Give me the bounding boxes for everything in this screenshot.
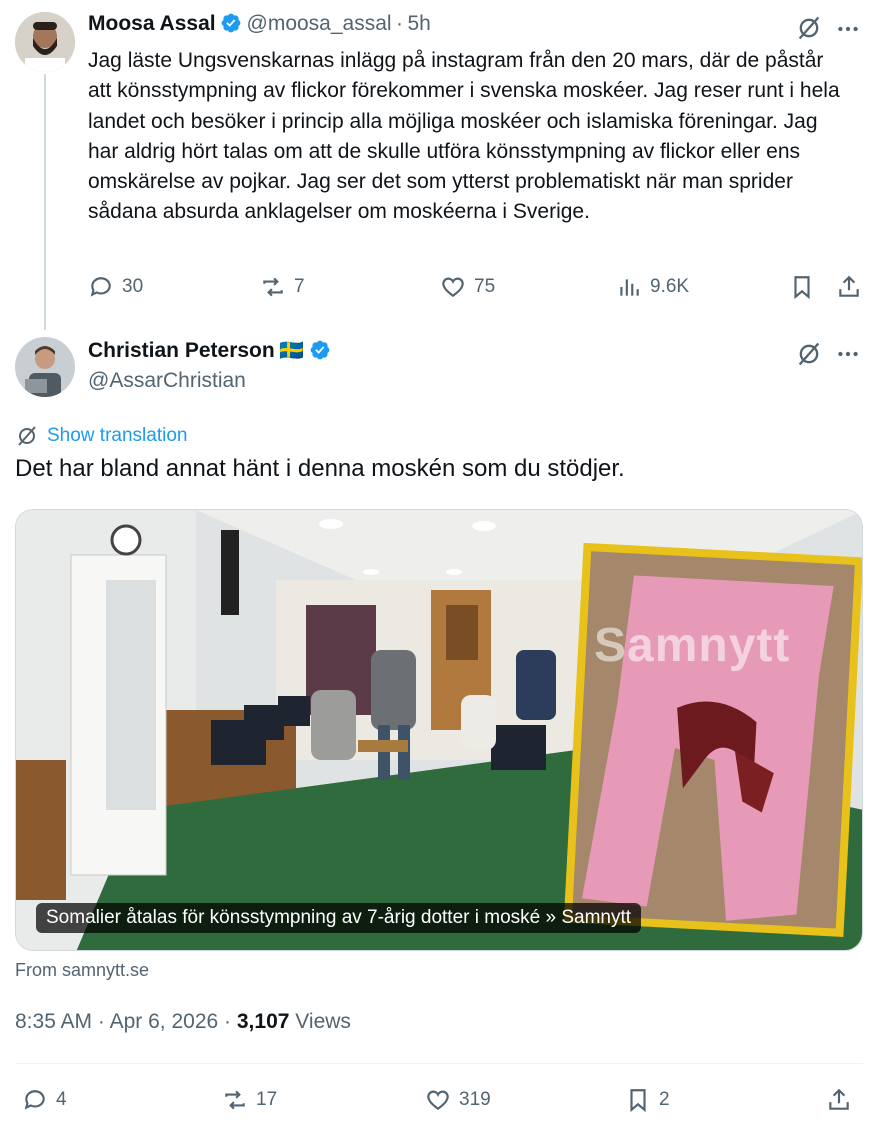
separator-dot: · bbox=[224, 1010, 232, 1033]
reply-button[interactable]: 4 bbox=[22, 1087, 67, 1113]
reply-button[interactable]: 30 bbox=[88, 274, 143, 300]
repost-count: 7 bbox=[294, 276, 305, 297]
divider bbox=[15, 1063, 863, 1064]
share-icon[interactable] bbox=[836, 274, 862, 300]
reply-icon bbox=[90, 277, 111, 297]
repost-button[interactable]: 7 bbox=[260, 274, 305, 300]
tweet-time[interactable]: 8:35 AM bbox=[15, 1010, 92, 1033]
sweden-flag-icon: 🇸🇪 bbox=[279, 340, 305, 362]
avatar[interactable] bbox=[15, 337, 75, 397]
reply-icon bbox=[24, 1090, 45, 1110]
tweet-meta: 8:35 AM · Apr 6, 2026 · 3,107 Views bbox=[15, 1010, 351, 1034]
tweet-header: Moosa Assal @moosa_assal · 5h bbox=[88, 12, 431, 36]
grok-icon[interactable] bbox=[795, 14, 823, 42]
watermark: Samnytt bbox=[594, 619, 791, 672]
views-icon bbox=[620, 279, 639, 296]
verified-badge-icon[interactable] bbox=[220, 12, 242, 34]
heart-icon bbox=[427, 1090, 449, 1110]
author-handle[interactable]: @moosa_assal bbox=[247, 12, 392, 35]
avatar[interactable] bbox=[15, 12, 75, 72]
heart-icon bbox=[442, 277, 464, 297]
more-icon[interactable] bbox=[835, 341, 861, 367]
tweet-header: Christian Peterson 🇸🇪 bbox=[88, 338, 331, 363]
card-image bbox=[16, 510, 862, 950]
views-count: 3,107 bbox=[236, 1010, 290, 1033]
card-source[interactable]: From samnytt.se bbox=[15, 960, 149, 981]
author-name[interactable]: Christian Peterson bbox=[88, 339, 275, 362]
more-icon[interactable] bbox=[835, 16, 861, 42]
bookmark-icon bbox=[630, 1089, 646, 1113]
translate-icon bbox=[18, 426, 36, 446]
views-button[interactable]: 9.6K bbox=[616, 274, 689, 300]
separator-dot: · bbox=[396, 12, 404, 35]
timestamp[interactable]: 5h bbox=[407, 12, 430, 35]
view-count: 9.6K bbox=[650, 276, 690, 297]
like-button[interactable]: 319 bbox=[425, 1087, 491, 1113]
repost-icon bbox=[225, 1090, 245, 1110]
reply-count: 30 bbox=[122, 276, 144, 297]
like-count: 319 bbox=[459, 1089, 491, 1110]
author-handle[interactable]: @AssarChristian bbox=[88, 369, 246, 393]
verified-badge-icon[interactable] bbox=[309, 339, 331, 361]
repost-button[interactable]: 17 bbox=[222, 1087, 277, 1113]
link-card[interactable]: Samnytt Somalier åtalas för könsstympnin… bbox=[15, 509, 863, 951]
like-button[interactable]: 75 bbox=[440, 274, 495, 300]
grok-icon[interactable] bbox=[795, 340, 823, 368]
bookmark-button[interactable]: 2 bbox=[625, 1087, 670, 1113]
tweet-date[interactable]: Apr 6, 2026 bbox=[110, 1010, 219, 1033]
author-name[interactable]: Moosa Assal bbox=[88, 12, 216, 35]
tweet-text: Det har bland annat hänt i denna moskén … bbox=[15, 455, 625, 482]
share-icon[interactable] bbox=[826, 1087, 852, 1113]
card-caption: Somalier åtalas för könsstympning av 7-å… bbox=[36, 903, 642, 933]
repost-icon bbox=[263, 277, 283, 297]
bookmark-icon[interactable] bbox=[789, 274, 815, 300]
tweet-text: Jag läste Ungsvenskarnas inlägg på insta… bbox=[88, 49, 840, 224]
reply-count: 4 bbox=[56, 1089, 67, 1110]
bookmark-count: 2 bbox=[659, 1089, 670, 1110]
views-label: Views bbox=[295, 1010, 351, 1033]
thread-line bbox=[44, 74, 46, 330]
repost-count: 17 bbox=[256, 1089, 278, 1110]
like-count: 75 bbox=[474, 276, 496, 297]
show-translation-link[interactable]: Show translation bbox=[15, 424, 187, 448]
separator-dot: · bbox=[97, 1010, 105, 1033]
show-translation-label: Show translation bbox=[47, 425, 188, 446]
